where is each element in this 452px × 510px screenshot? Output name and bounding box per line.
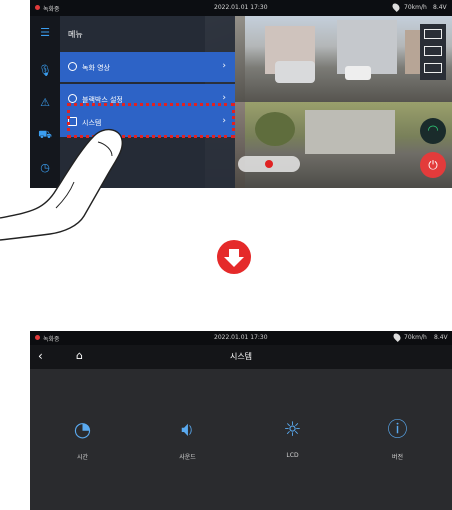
chevron-right-icon: › bbox=[222, 61, 226, 71]
recording-dot-icon bbox=[35, 335, 40, 340]
recording-label: 녹화중 bbox=[43, 6, 60, 13]
menu-item-label: 녹화 영상 bbox=[82, 64, 110, 72]
finger-pointer-icon bbox=[0, 129, 123, 241]
record-dot-icon bbox=[265, 160, 273, 168]
tile-version[interactable]: ⓘ 버전 bbox=[345, 369, 450, 510]
tile-sound[interactable]: 🔉︎ 사운드 bbox=[135, 369, 240, 510]
down-arrow-icon bbox=[217, 240, 251, 274]
brightness-icon: ☼ bbox=[283, 417, 302, 441]
power-icon[interactable]: ⏻ bbox=[420, 152, 446, 178]
tile-lcd[interactable]: ☼ LCD bbox=[240, 369, 345, 510]
wifi-icon[interactable]: ◠ bbox=[420, 118, 446, 144]
speaker-icon: 🔉︎ bbox=[181, 417, 194, 441]
layout-quad-icon[interactable] bbox=[424, 29, 442, 39]
voltage-readout: 8.4V bbox=[434, 334, 448, 341]
status-bar: 녹화중 2022.01.01 17:30 70km/h 8.4V bbox=[30, 0, 452, 16]
record-button[interactable] bbox=[238, 156, 300, 172]
menu-item-recorded-video[interactable]: 녹화 영상 › bbox=[60, 52, 235, 82]
info-icon: ⓘ bbox=[387, 417, 408, 441]
system-settings-screen: 녹화중 2022.01.01 17:30 70km/h 8.4V ‹ ⌂ 시스템… bbox=[30, 331, 452, 510]
layout-buttons bbox=[420, 24, 446, 80]
clock-icon: ◔ bbox=[73, 417, 92, 441]
tile-time[interactable]: ◔ 시간 bbox=[30, 369, 135, 510]
instruction-page: 녹화중 2022.01.01 17:30 70km/h 8.4V ☰ 🎙︎ ⚠︎… bbox=[0, 0, 452, 510]
menu-icon[interactable]: ☰ bbox=[37, 26, 53, 40]
layout-split-icon[interactable] bbox=[424, 46, 442, 56]
page-title: 시스템 bbox=[229, 352, 253, 361]
speed-readout: 70km/h bbox=[404, 4, 427, 11]
camera-view-rear[interactable] bbox=[245, 102, 452, 188]
menu-title: 메뉴 bbox=[68, 30, 83, 39]
gps-icon bbox=[391, 2, 401, 12]
warning-icon[interactable]: ⚠︎ bbox=[37, 96, 53, 110]
status-bar: 녹화중 2022.01.01 17:30 70km/h 8.4V bbox=[30, 331, 452, 345]
recording-dot-icon bbox=[35, 5, 40, 10]
gps-icon bbox=[392, 332, 402, 342]
tile-label: 시간 bbox=[76, 454, 89, 461]
datetime: 2022.01.01 17:30 bbox=[214, 4, 268, 11]
screen-header: ‹ ⌂ 시스템 bbox=[30, 345, 452, 369]
datetime: 2022.01.01 17:30 bbox=[214, 334, 268, 341]
tile-label: 사운드 bbox=[179, 454, 196, 461]
recording-label: 녹화중 bbox=[43, 336, 60, 343]
voltage-readout: 8.4V bbox=[433, 4, 447, 11]
layout-single-icon[interactable] bbox=[424, 63, 442, 73]
tile-label: 버전 bbox=[391, 454, 404, 461]
tile-label: LCD bbox=[286, 452, 299, 459]
play-circle-icon bbox=[68, 62, 77, 71]
microphone-icon[interactable]: 🎙︎ bbox=[37, 64, 53, 78]
settings-icon bbox=[68, 94, 77, 103]
speed-readout: 70km/h bbox=[404, 334, 427, 341]
chevron-right-icon: › bbox=[222, 93, 226, 103]
